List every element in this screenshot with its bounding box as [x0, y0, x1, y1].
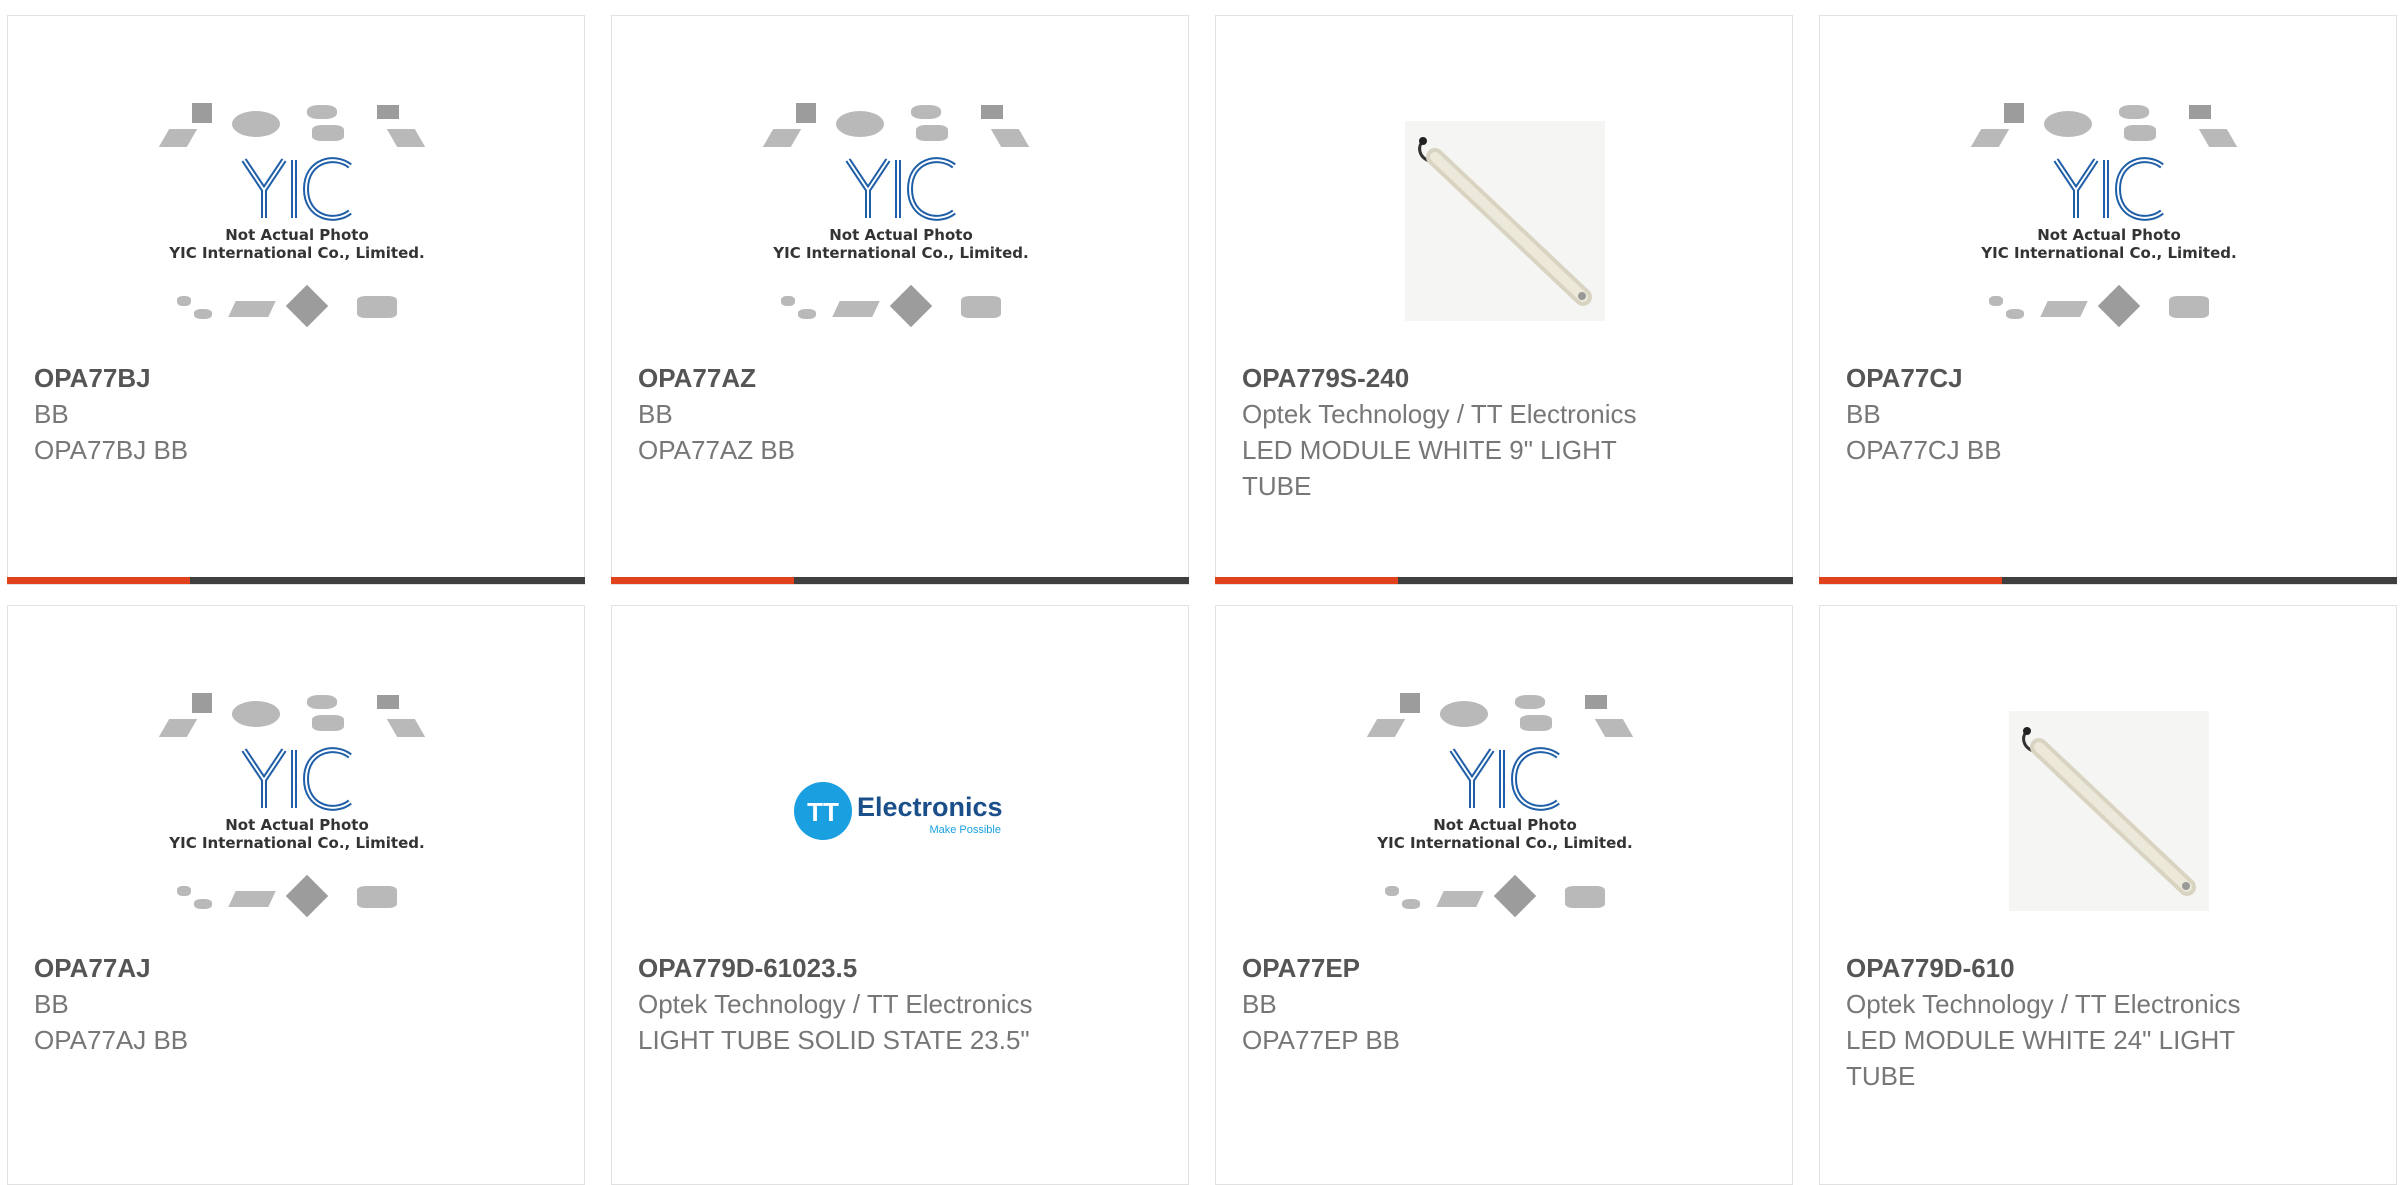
product-image[interactable]: Not Actual Photo YIC International Co., … — [8, 676, 586, 946]
yic-placeholder-image: Not Actual Photo YIC International Co., … — [1366, 691, 1640, 931]
product-info: OPA77BJ BB OPA77BJ BB — [34, 360, 554, 468]
light-tube-photo — [2009, 711, 2209, 911]
manufacturer: Optek Technology / TT Electronics — [638, 989, 1033, 1019]
product-info: OPA779S-240 Optek Technology / TT Electr… — [1242, 360, 1762, 504]
product-card[interactable]: Not Actual Photo YIC International Co., … — [7, 605, 585, 1185]
card-accent-bar — [1215, 577, 1793, 584]
manufacturer: Optek Technology / TT Electronics — [1242, 399, 1637, 429]
product-info: OPA77AZ BB OPA77AZ BB — [638, 360, 1158, 468]
product-info: OPA77EP BB OPA77EP BB — [1242, 950, 1762, 1058]
placeholder-caption: Not Actual Photo — [2037, 226, 2181, 244]
product-image[interactable]: Not Actual Photo YIC International Co., … — [8, 86, 586, 356]
description: LED MODULE WHITE 24" LIGHT TUBE — [1846, 1025, 2235, 1091]
card-accent-bar — [7, 577, 585, 584]
yic-logo-icon — [241, 747, 352, 811]
placeholder-caption: Not Actual Photo — [1433, 816, 1577, 834]
product-card[interactable]: Not Actual Photo YIC International Co., … — [1215, 605, 1793, 1185]
tt-logo-name: Electronics — [857, 792, 1003, 822]
placeholder-company: YIC International Co., Limited. — [169, 834, 425, 852]
tt-logo-tagline: Make Possible — [929, 824, 1001, 836]
yic-logo-icon — [241, 157, 352, 221]
manufacturer: BB — [1242, 989, 1277, 1019]
yic-placeholder-image: Not Actual Photo YIC International Co., … — [158, 101, 432, 341]
product-card[interactable]: Not Actual Photo YIC International Co., … — [1819, 15, 2397, 585]
part-number-link[interactable]: OPA77CJ — [1846, 360, 2366, 396]
placeholder-company: YIC International Co., Limited. — [773, 244, 1029, 262]
yic-logo-icon — [1449, 747, 1560, 811]
description: OPA77AZ BB — [638, 435, 796, 465]
manufacturer: BB — [1846, 399, 1881, 429]
manufacturer: BB — [638, 399, 673, 429]
description: OPA77CJ BB — [1846, 435, 2002, 465]
product-info: OPA779D-61023.5 Optek Technology / TT El… — [638, 950, 1158, 1058]
placeholder-caption: Not Actual Photo — [225, 226, 369, 244]
placeholder-caption: Not Actual Photo — [225, 816, 369, 834]
product-image[interactable]: Not Actual Photo YIC International Co., … — [1216, 676, 1794, 946]
tt-logo-mark: TT — [807, 797, 839, 827]
description: OPA77BJ BB — [34, 435, 189, 465]
description: LED MODULE WHITE 9" LIGHT TUBE — [1242, 435, 1617, 501]
tt-electronics-logo: TT Electronics Make Possible — [794, 782, 1003, 840]
product-card[interactable]: Not Actual Photo YIC International Co., … — [611, 15, 1189, 585]
product-card[interactable]: OPA779S-240 Optek Technology / TT Electr… — [1215, 15, 1793, 585]
description: LIGHT TUBE SOLID STATE 23.5" — [638, 1025, 1030, 1055]
product-grid: Not Actual Photo YIC International Co., … — [0, 0, 2400, 1185]
description: OPA77EP BB — [1242, 1025, 1401, 1055]
product-card[interactable]: OPA779D-610 Optek Technology / TT Electr… — [1819, 605, 2397, 1185]
product-info: OPA77CJ BB OPA77CJ BB — [1846, 360, 2366, 468]
light-tube-photo — [1405, 121, 1605, 321]
part-number-link[interactable]: OPA77AZ — [638, 360, 1158, 396]
placeholder-caption: Not Actual Photo — [829, 226, 973, 244]
description: OPA77AJ BB — [34, 1025, 189, 1055]
yic-logo-icon — [2053, 157, 2164, 221]
product-card[interactable]: TT Electronics Make Possible OPA779D-610… — [611, 605, 1189, 1185]
placeholder-company: YIC International Co., Limited. — [1981, 244, 2237, 262]
yic-placeholder-image: Not Actual Photo YIC International Co., … — [1970, 101, 2244, 341]
manufacturer: Optek Technology / TT Electronics — [1846, 989, 2241, 1019]
product-image[interactable]: TT Electronics Make Possible — [612, 676, 1190, 946]
product-info: OPA779D-610 Optek Technology / TT Electr… — [1846, 950, 2366, 1094]
part-number-link[interactable]: OPA77AJ — [34, 950, 554, 986]
product-image[interactable] — [1216, 86, 1794, 356]
card-accent-bar — [611, 577, 1189, 584]
product-image[interactable]: Not Actual Photo YIC International Co., … — [1820, 86, 2398, 356]
yic-placeholder-image: Not Actual Photo YIC International Co., … — [762, 101, 1036, 341]
manufacturer: BB — [34, 399, 69, 429]
part-number-link[interactable]: OPA77EP — [1242, 950, 1762, 986]
part-number-link[interactable]: OPA779D-61023.5 — [638, 950, 1158, 986]
product-info: OPA77AJ BB OPA77AJ BB — [34, 950, 554, 1058]
part-number-link[interactable]: OPA779D-610 — [1846, 950, 2366, 986]
placeholder-company: YIC International Co., Limited. — [169, 244, 425, 262]
placeholder-company: YIC International Co., Limited. — [1377, 834, 1633, 852]
yic-placeholder-image: Not Actual Photo YIC International Co., … — [158, 691, 432, 931]
manufacturer: BB — [34, 989, 69, 1019]
card-accent-bar — [1819, 577, 2397, 584]
product-card[interactable]: Not Actual Photo YIC International Co., … — [7, 15, 585, 585]
product-image[interactable] — [1820, 676, 2398, 946]
yic-logo-icon — [845, 157, 956, 221]
product-image[interactable]: Not Actual Photo YIC International Co., … — [612, 86, 1190, 356]
part-number-link[interactable]: OPA77BJ — [34, 360, 554, 396]
part-number-link[interactable]: OPA779S-240 — [1242, 360, 1762, 396]
